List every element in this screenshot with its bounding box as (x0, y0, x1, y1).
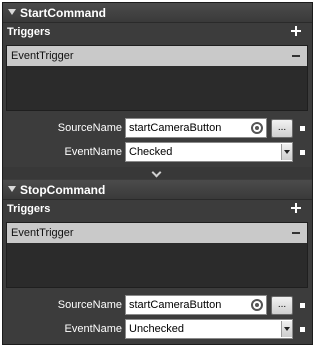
source-name-label: SourceName (57, 122, 122, 134)
collapse-triangle-icon[interactable] (8, 9, 16, 15)
start-command-section: StartCommand Triggers EventTrigger Sourc… (3, 3, 312, 166)
collapse-triangle-icon[interactable] (8, 186, 16, 192)
chevron-down-icon[interactable] (151, 169, 163, 177)
trigger-list[interactable]: EventTrigger (6, 222, 308, 288)
source-name-label: SourceName (57, 299, 122, 311)
event-name-select[interactable]: Unchecked (125, 319, 293, 339)
triggers-label: Triggers (7, 26, 51, 38)
source-name-value: startCameraButton (129, 122, 222, 134)
add-trigger-plus-icon[interactable] (291, 203, 301, 213)
chevron-down-icon[interactable] (281, 321, 292, 337)
section-title: StopCommand (20, 183, 106, 197)
element-picker-target-icon[interactable] (251, 299, 263, 311)
browse-button[interactable]: ... (271, 296, 293, 315)
property-marker-icon[interactable] (300, 150, 305, 155)
section-splitter[interactable] (3, 167, 312, 179)
remove-trigger-minus-icon[interactable] (292, 55, 300, 57)
chevron-down-icon[interactable] (281, 144, 292, 160)
add-trigger-plus-icon[interactable] (291, 26, 301, 36)
properties-panel: StartCommand Triggers EventTrigger Sourc… (2, 2, 313, 345)
property-marker-icon[interactable] (300, 327, 305, 332)
section-title: StartCommand (20, 6, 107, 20)
event-name-value: Checked (129, 146, 173, 158)
stop-command-section: StopCommand Triggers EventTrigger Source… (3, 180, 312, 346)
remove-trigger-minus-icon[interactable] (292, 232, 300, 234)
event-name-label: EventName (64, 146, 122, 158)
source-name-input[interactable]: startCameraButton (125, 118, 267, 138)
trigger-item-label: EventTrigger (11, 227, 74, 239)
browse-button[interactable]: ... (271, 119, 293, 138)
event-name-label: EventName (64, 323, 122, 335)
trigger-list-item[interactable]: EventTrigger (7, 223, 307, 243)
triggers-label: Triggers (7, 203, 51, 215)
element-picker-target-icon[interactable] (251, 122, 263, 134)
trigger-list-item[interactable]: EventTrigger (7, 46, 307, 66)
property-marker-icon[interactable] (300, 303, 305, 308)
source-name-value: startCameraButton (129, 299, 222, 311)
section-header[interactable]: StopCommand (3, 180, 312, 200)
trigger-item-label: EventTrigger (11, 50, 74, 62)
trigger-list[interactable]: EventTrigger (6, 45, 308, 111)
section-header[interactable]: StartCommand (3, 3, 312, 23)
source-name-input[interactable]: startCameraButton (125, 295, 267, 315)
event-name-select[interactable]: Checked (125, 142, 293, 162)
event-name-value: Unchecked (129, 323, 185, 335)
property-marker-icon[interactable] (300, 126, 305, 131)
